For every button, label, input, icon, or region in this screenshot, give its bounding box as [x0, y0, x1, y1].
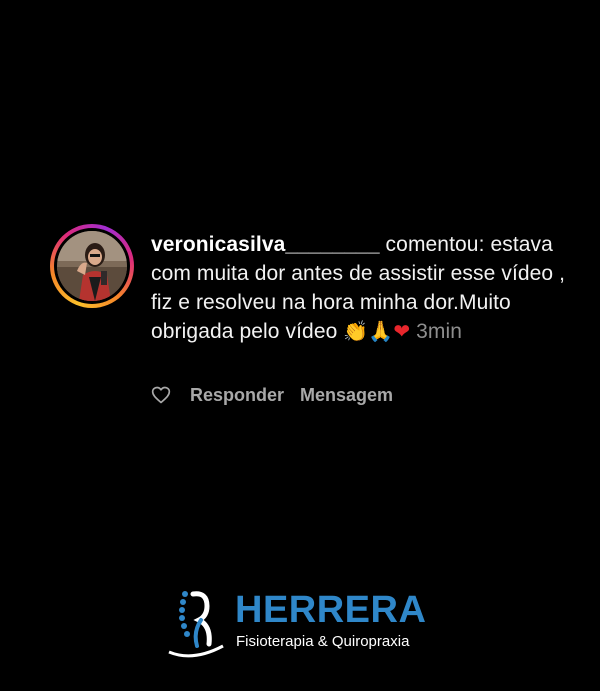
- clapping-hands-emoji: 👏: [343, 319, 369, 343]
- logo-title: HERRERA: [235, 589, 427, 631]
- spine-figure-icon: [168, 591, 224, 658]
- avatar-ring-gap: [54, 228, 130, 304]
- user-avatar[interactable]: [50, 224, 134, 308]
- message-button[interactable]: Mensagem: [300, 385, 393, 406]
- comment-username[interactable]: veronicasilva________: [151, 233, 380, 256]
- comment-body: veronicasilva________ comentou: estava c…: [151, 230, 571, 346]
- comment-actions: Responder Mensagem: [151, 383, 409, 407]
- comment-timestamp: 3min: [416, 320, 463, 343]
- herrera-logo: HERRERA Fisioterapia & Quiropraxia: [163, 586, 438, 660]
- red-heart-emoji: ❤: [393, 319, 411, 343]
- heart-outline-icon[interactable]: [151, 385, 171, 405]
- comment-action-text: comentou:: [379, 233, 485, 256]
- logo-subtitle: Fisioterapia & Quiropraxia: [236, 633, 410, 650]
- avatar-photo: [57, 231, 127, 301]
- praying-hands-emoji: 🙏: [368, 319, 394, 343]
- reply-button[interactable]: Responder: [190, 385, 284, 406]
